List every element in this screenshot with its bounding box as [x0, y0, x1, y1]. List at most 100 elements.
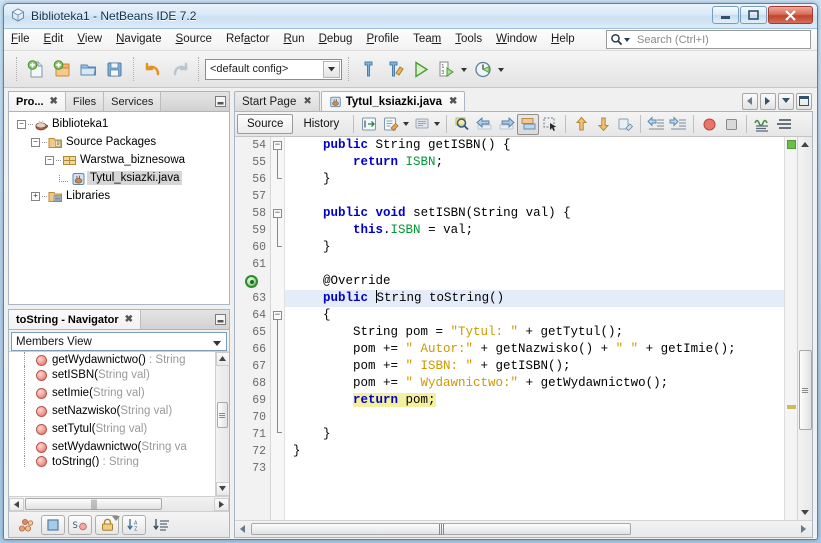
code-line[interactable]: public void setISBN(String val) { — [285, 205, 784, 222]
minimize-button[interactable] — [712, 6, 739, 24]
down-arrow-icon[interactable] — [592, 114, 614, 135]
find-magnifier-icon[interactable] — [451, 114, 473, 135]
view-tab-history[interactable]: History — [293, 114, 349, 134]
configuration-combo[interactable]: <default config> — [205, 58, 342, 80]
list-item[interactable]: toString() : String — [10, 456, 215, 467]
list-item[interactable]: setNazwisko(String val) — [10, 402, 215, 420]
tree-item-warstwa-biznesowa[interactable]: − Warstwa_biznesowa — [9, 151, 229, 169]
tree-item-biblioteka1[interactable]: − Biblioteka1 — [9, 115, 229, 133]
scroll-right-arrow[interactable] — [214, 497, 229, 511]
scroll-left-arrow[interactable] — [9, 497, 24, 511]
refactor-preview-icon[interactable] — [380, 114, 402, 135]
scroll-up-arrow[interactable] — [215, 352, 229, 366]
profile-project-button[interactable] — [470, 56, 496, 82]
right-arrow-highlight-icon[interactable] — [495, 114, 517, 135]
scrollbar-thumb[interactable] — [798, 350, 812, 430]
new-project-button[interactable] — [49, 56, 75, 82]
clean-build-button[interactable] — [381, 56, 407, 82]
code-line[interactable]: return pom; — [285, 392, 784, 409]
code-line[interactable]: public String toString() — [285, 290, 784, 307]
tab-projects[interactable]: Pro... ✖ — [9, 92, 66, 111]
menu-edit[interactable]: Edit — [37, 30, 71, 49]
tree-item-source-packages[interactable]: − Source Packages — [9, 133, 229, 151]
scroll-up-arrow[interactable] — [798, 137, 813, 152]
debug-project-button[interactable]: 1 3 — [433, 56, 459, 82]
search-icon[interactable] — [610, 33, 623, 46]
projects-tree-body[interactable]: − Biblioteka1 − Source Packages − Warstw… — [9, 112, 229, 304]
code-line[interactable]: } — [285, 239, 784, 256]
scrollbar-thumb[interactable] — [251, 523, 631, 535]
scrollbar-thumb[interactable] — [216, 402, 228, 428]
code-line[interactable] — [285, 460, 784, 477]
code-text-area[interactable]: public String getISBN() { return ISBN; }… — [285, 137, 784, 520]
scroll-tabs-left-button[interactable] — [742, 92, 758, 110]
menu-tools[interactable]: Tools — [448, 30, 489, 49]
redo-button[interactable] — [166, 56, 192, 82]
code-line[interactable]: } — [285, 443, 784, 460]
menu-run[interactable]: Run — [276, 30, 311, 49]
close-tab-icon[interactable]: ✖ — [449, 96, 457, 107]
maximize-editor-button[interactable] — [796, 92, 812, 110]
code-line[interactable]: } — [285, 426, 784, 443]
code-folding-column[interactable]: − − − — [271, 137, 285, 520]
fold-collapse-icon[interactable]: − — [273, 141, 282, 150]
scroll-tabs-right-button[interactable] — [760, 92, 776, 110]
close-tab-icon[interactable]: ✖ — [50, 96, 58, 107]
shift-left-icon[interactable] — [645, 114, 667, 135]
profile-dropdown-icon[interactable] — [496, 56, 507, 82]
code-line[interactable]: pom += " Autor:" + getNazwisko() + " " +… — [285, 341, 784, 358]
constructor-icon[interactable]: S — [68, 514, 92, 535]
scrollbar-thumb[interactable] — [25, 498, 162, 510]
scroll-left-arrow[interactable] — [235, 525, 251, 533]
save-all-button[interactable] — [101, 56, 127, 82]
menu-help[interactable]: Help — [544, 30, 582, 49]
tab-navigator[interactable]: toString - Navigator ✖ — [9, 310, 142, 329]
expand-handle-icon[interactable]: + — [29, 190, 42, 203]
collapse-handle-icon[interactable]: − — [15, 118, 28, 131]
menu-view[interactable]: View — [70, 30, 109, 49]
list-item[interactable]: setISBN(String val) — [10, 366, 215, 384]
code-line[interactable]: } — [285, 171, 784, 188]
shift-right-icon[interactable] — [667, 114, 689, 135]
search-match-mark[interactable] — [787, 405, 796, 409]
scroll-down-arrow[interactable] — [798, 505, 813, 520]
tab-tytul-ksiazki-java[interactable]: Tytul_ksiazki.java ✖ — [320, 91, 466, 111]
comment-dropdown-icon[interactable] — [433, 114, 442, 135]
chevron-down-icon[interactable] — [213, 338, 222, 350]
collapse-handle-icon[interactable]: − — [29, 136, 42, 149]
view-tab-source[interactable]: Source — [237, 114, 294, 134]
error-stripe[interactable] — [784, 137, 797, 520]
code-line[interactable]: pom += " ISBN: " + getISBN(); — [285, 358, 784, 375]
menu-navigate[interactable]: Navigate — [109, 30, 168, 49]
tab-files[interactable]: Files — [65, 92, 105, 111]
scrollbar-track[interactable] — [216, 366, 230, 482]
up-arrow-icon[interactable] — [570, 114, 592, 135]
code-line[interactable]: String pom = "Tytul: " + getTytul(); — [285, 324, 784, 341]
navigator-vertical-scrollbar[interactable] — [215, 352, 229, 496]
menu-refactor[interactable]: Refactor — [219, 30, 276, 49]
highlight-search-icon[interactable] — [517, 113, 540, 135]
code-line[interactable]: this.ISBN = val; — [285, 222, 784, 239]
search-dropdown-icon[interactable] — [624, 36, 631, 43]
list-item[interactable]: setTytul(String val) — [10, 420, 215, 438]
undo-button[interactable] — [140, 56, 166, 82]
minimize-window-icon[interactable] — [211, 92, 229, 111]
members-view-combo[interactable]: Members View — [11, 332, 227, 351]
list-documents-button[interactable] — [778, 92, 794, 110]
minimize-window-icon[interactable] — [211, 310, 229, 329]
menu-source[interactable]: Source — [169, 30, 219, 49]
code-editor-area[interactable]: 54 55 56 57 58 59 60 61 63 64 65 66 67 68 69 70 71 72 73 −… — [235, 137, 812, 520]
code-line[interactable]: return ISBN; — [285, 154, 784, 171]
last-edit-icon[interactable] — [358, 114, 380, 135]
build-project-button[interactable] — [355, 56, 381, 82]
menu-file[interactable]: FFileile — [4, 30, 37, 49]
left-arrow-highlight-icon[interactable] — [473, 114, 495, 135]
scroll-down-arrow[interactable] — [215, 482, 229, 496]
scroll-right-arrow[interactable] — [796, 525, 812, 533]
list-item[interactable]: setImie(String val) — [10, 384, 215, 402]
macro-record-icon[interactable] — [614, 114, 636, 135]
navigator-members-body[interactable]: getWydawnictwo() : String setISBN(String… — [9, 351, 229, 496]
comment-icon[interactable] — [411, 114, 433, 135]
search-input[interactable] — [635, 32, 807, 47]
close-button[interactable] — [768, 6, 813, 24]
